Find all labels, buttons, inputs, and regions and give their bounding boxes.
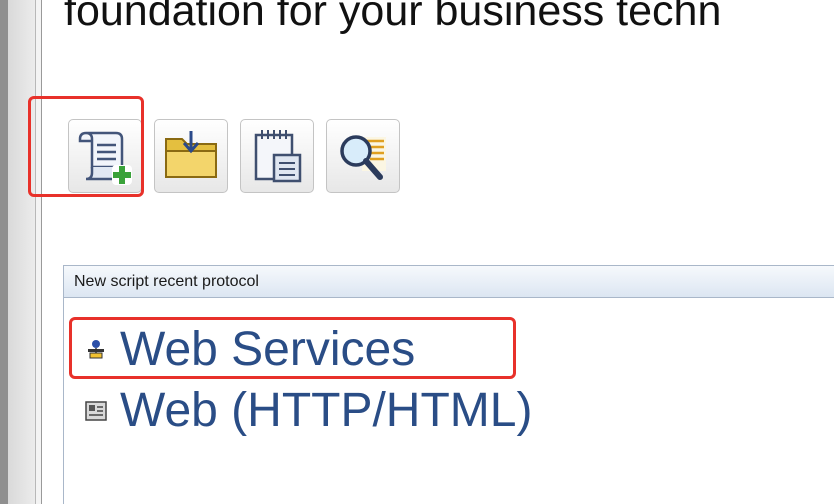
web-http-icon bbox=[85, 401, 107, 421]
magnifier-icon bbox=[340, 135, 386, 180]
panel-title: New script recent protocol bbox=[64, 266, 834, 298]
app-window: foundation for your business techn New s… bbox=[0, 0, 834, 504]
notepad-icon bbox=[254, 130, 302, 183]
page-headline: foundation for your business techn bbox=[64, 0, 722, 35]
window-frame-panel bbox=[8, 0, 36, 504]
notepad-button[interactable] bbox=[240, 119, 314, 193]
highlight-web-services bbox=[69, 317, 516, 379]
window-frame-edge bbox=[0, 0, 8, 504]
protocol-label: Web (HTTP/HTML) bbox=[120, 384, 533, 437]
protocol-web-http-html[interactable]: Web (HTTP/HTML) bbox=[84, 387, 532, 435]
window-frame-inner bbox=[36, 0, 42, 504]
search-button[interactable] bbox=[326, 119, 400, 193]
highlight-new-script bbox=[28, 96, 144, 197]
recent-protocol-panel: New script recent protocol Web Services … bbox=[63, 265, 834, 504]
open-script-button[interactable] bbox=[154, 119, 228, 193]
folder-open-icon bbox=[165, 131, 217, 178]
